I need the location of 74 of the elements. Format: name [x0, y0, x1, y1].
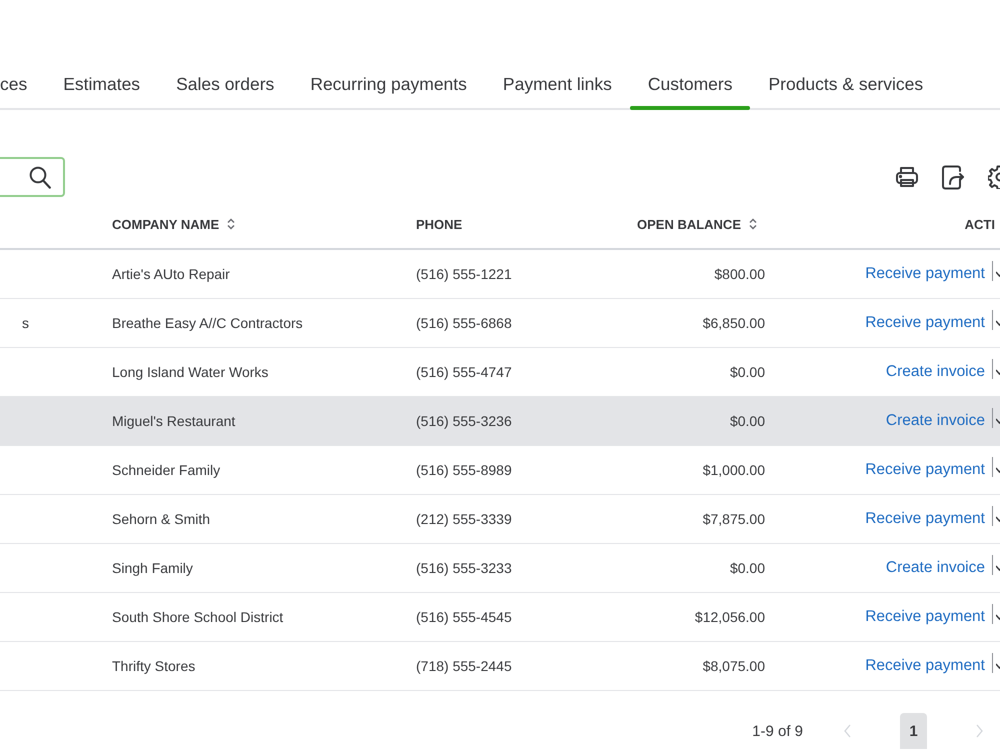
- search-field[interactable]: [0, 157, 65, 197]
- action-link[interactable]: Create invoice: [886, 412, 985, 430]
- table-cell: $12,056.00: [694, 609, 765, 625]
- action-link[interactable]: Create invoice: [886, 559, 985, 577]
- nav-tab[interactable]: Products & services: [750, 60, 942, 108]
- table-cell: (516) 555-1221: [416, 266, 512, 282]
- gear-icon[interactable]: [988, 165, 1000, 189]
- table-cell: $1,000.00: [702, 462, 765, 478]
- table-cell: Singh Family: [112, 560, 193, 576]
- table-cell: (516) 555-4545: [416, 609, 512, 625]
- table-row[interactable]: Miguel's Restaurant (516) 555-3236 $0.00 Create invoice: [0, 397, 1000, 446]
- action-link[interactable]: Receive payment: [865, 265, 985, 283]
- action-link[interactable]: Receive payment: [865, 510, 985, 528]
- caret-icon[interactable]: [996, 662, 1000, 670]
- table-cell: Breathe Easy A//C Contractors: [112, 315, 303, 331]
- table-row[interactable]: s Breathe Easy A//C Contractors (516) 555-6868 $6,850.00 Receive payment: [0, 299, 1000, 348]
- caret-icon[interactable]: [996, 417, 1000, 425]
- column-header[interactable]: COMPANY NAME: [112, 216, 236, 232]
- action-link[interactable]: Create invoice: [886, 363, 985, 381]
- caret-icon[interactable]: [996, 319, 1000, 327]
- table-cell: s: [22, 315, 29, 331]
- search-icon: [29, 166, 51, 188]
- table-row[interactable]: Singh Family (516) 555-3233 $0.00 Create invoice: [0, 544, 1000, 593]
- action-link[interactable]: Receive payment: [865, 314, 985, 332]
- action-link[interactable]: Receive payment: [865, 461, 985, 479]
- table-row[interactable]: South Shore School District (516) 555-4545 $12,056.00 Receive payment: [0, 593, 1000, 642]
- table-cell: (212) 555-3339: [416, 511, 512, 527]
- page-button[interactable]: 1: [900, 713, 927, 749]
- column-header[interactable]: OPEN BALANCE: [636, 216, 757, 232]
- action-link[interactable]: Receive payment: [865, 657, 985, 675]
- table-cell: $0.00: [730, 560, 765, 576]
- table-cell: (516) 555-6868: [416, 315, 512, 331]
- caret-icon[interactable]: [996, 564, 1000, 572]
- printer-icon[interactable]: [895, 165, 919, 189]
- table-row[interactable]: Sehorn & Smith (212) 555-3339 $7,875.00 Receive payment: [0, 495, 1000, 544]
- table-row[interactable]: Thrifty Stores (718) 555-2445 $8,075.00 Receive payment: [0, 642, 1000, 691]
- caret-icon[interactable]: [996, 270, 1000, 278]
- table-cell: $0.00: [730, 364, 765, 380]
- nav-tab[interactable]: Payment links: [484, 60, 630, 108]
- table-cell: $6,850.00: [702, 315, 765, 331]
- table-cell: Thrifty Stores: [112, 658, 196, 674]
- table-cell: South Shore School District: [112, 609, 284, 625]
- table-cell: (516) 555-3236: [416, 413, 512, 429]
- table-cell: $8,075.00: [702, 658, 765, 674]
- table-row[interactable]: Artie's AUto Repair (516) 555-1221 $800.00 Receive payment: [0, 250, 1000, 299]
- column-header: ACTI: [964, 216, 995, 232]
- sort-icon[interactable]: [749, 218, 757, 230]
- table-cell: Sehorn & Smith: [112, 511, 210, 527]
- nav-tab[interactable]: Recurring payments: [292, 60, 485, 108]
- column-header: PHONE: [416, 216, 462, 232]
- nav-tab[interactable]: Customers: [630, 60, 750, 108]
- nav-tab[interactable]: Sales orders: [158, 60, 292, 108]
- table-cell: (516) 555-3233: [416, 560, 512, 576]
- caret-icon[interactable]: [996, 515, 1000, 523]
- caret-icon[interactable]: [996, 466, 1000, 474]
- table-cell: (516) 555-8989: [416, 462, 512, 478]
- action-link[interactable]: Receive payment: [865, 608, 985, 626]
- nav-tab[interactable]: ces: [0, 60, 46, 108]
- caret-icon[interactable]: [996, 613, 1000, 621]
- table-row[interactable]: Schneider Family (516) 555-8989 $1,000.00 Receive payment: [0, 446, 1000, 495]
- page-range: 1-9 of 9: [752, 722, 803, 740]
- table-cell: $7,875.00: [702, 511, 765, 527]
- table-cell: (718) 555-2445: [416, 658, 512, 674]
- table-cell: Artie's AUto Repair: [112, 266, 230, 282]
- sort-icon[interactable]: [227, 218, 236, 230]
- table-cell: Schneider Family: [112, 462, 220, 478]
- table-cell: Miguel's Restaurant: [112, 413, 236, 429]
- table-cell: (516) 555-4747: [416, 364, 512, 380]
- table-cell: $0.00: [730, 413, 765, 429]
- table-cell: Long Island Water Works: [112, 364, 268, 380]
- nav-tab[interactable]: Estimates: [45, 60, 158, 108]
- table-cell: $800.00: [714, 266, 765, 282]
- export-icon[interactable]: [942, 164, 965, 190]
- caret-icon[interactable]: [996, 368, 1000, 376]
